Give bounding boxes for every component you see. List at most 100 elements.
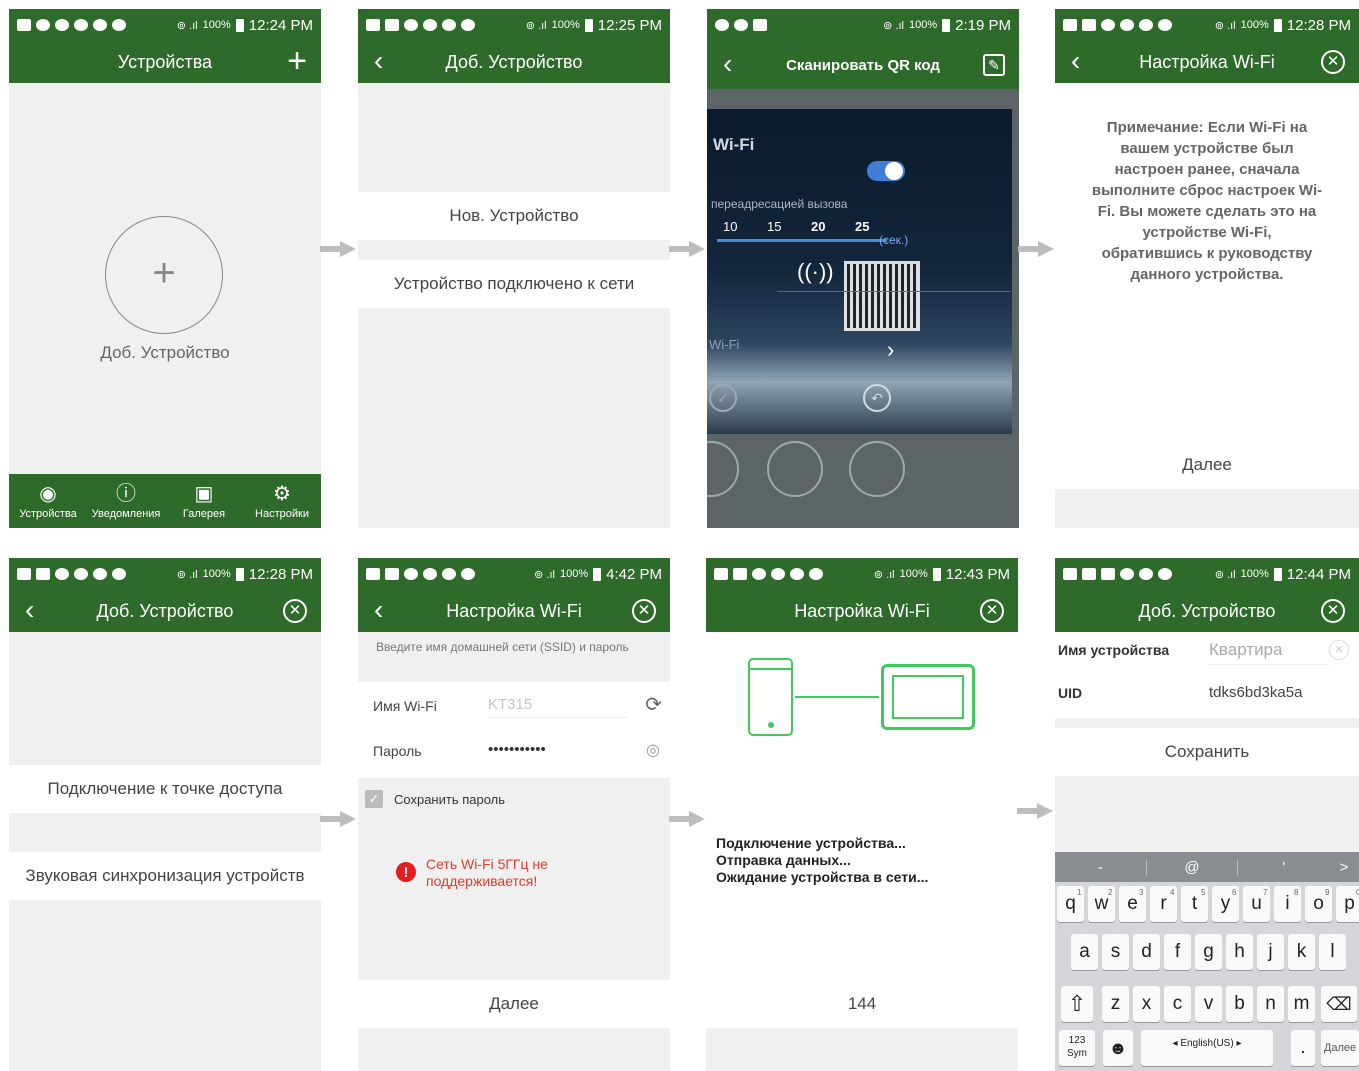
keyboard: - @ ' > q1w2e3r4t5y6u7i8o9p0 asdfghjkl z… [1055, 852, 1359, 1071]
page-title: Настройка Wi-Fi [794, 600, 930, 621]
title-bar: Настройка Wi-Fi ✕ [706, 590, 1018, 632]
key-f[interactable]: f [1164, 934, 1191, 970]
credentials-panel: Имя Wi-Fi KT315 ⟳ Пароль ••••••••••• ◎ [358, 682, 670, 778]
refresh-icon[interactable]: ⟳ [645, 692, 662, 717]
status-bar: ⊚ .ıl 100% 12:28 PM [1055, 9, 1359, 41]
edit-icon[interactable]: ✎ [983, 54, 1005, 76]
image-icon: ▣ [194, 482, 214, 505]
symbols-key[interactable]: 123 Sym [1059, 1030, 1095, 1066]
device-form: Имя устройства Квартира ✕ UID tdks6bd3ka… [1055, 632, 1359, 718]
key-a[interactable]: a [1071, 934, 1098, 970]
screen-devices: ⊚ .ıl 100% 12:24 PM Устройства + + Доб. Ус… [9, 9, 321, 528]
key-g[interactable]: g [1195, 934, 1222, 970]
phone-illustration-icon [748, 658, 793, 736]
page-title: Сканировать QR код [786, 56, 940, 74]
flow-arrow [669, 811, 707, 827]
key-k[interactable]: k [1288, 934, 1315, 970]
eye-icon[interactable]: ◎ [646, 740, 660, 760]
camera-preview: Wi-Fi переадресацией вызова 10 15 20 25 … [707, 89, 1019, 528]
page-title: Доб. Устройство [96, 600, 234, 621]
screen-scan-qr: ⊚ .ıl 100% 2:19 PM ‹ Сканировать QR код ✎ … [707, 9, 1019, 528]
connection-line [795, 696, 879, 698]
nav-notifications[interactable]: ⓘ Уведомления [87, 474, 165, 528]
intercom-button [767, 441, 823, 497]
wifi-name-input[interactable]: KT315 [488, 696, 628, 718]
page-title: Настройка Wi-Fi [1139, 51, 1275, 72]
save-button[interactable]: Сохранить [1055, 728, 1359, 776]
slider-track [717, 239, 887, 242]
warning-icon: ! [396, 862, 416, 882]
key-v[interactable]: v [1195, 986, 1222, 1022]
intercom-button [707, 441, 739, 497]
key-s[interactable]: s [1102, 934, 1129, 970]
note-text: Примечание: Если Wi-Fi на вашем устройст… [1091, 119, 1323, 283]
progress-line-3: Ожидание устройства в сети... [716, 869, 929, 885]
key-z[interactable]: z [1102, 986, 1129, 1022]
nav-gallery[interactable]: ▣ Галерея [165, 474, 243, 528]
key-h[interactable]: h [1226, 934, 1253, 970]
close-icon[interactable]: ✕ [283, 599, 307, 623]
space-key[interactable]: ◂ English(US) ▸ [1141, 1030, 1273, 1066]
period-key[interactable]: . [1291, 1030, 1315, 1066]
backspace-key[interactable]: ⌫ [1321, 986, 1357, 1022]
close-icon[interactable]: ✕ [980, 599, 1004, 623]
camera-icon: ◉ [39, 482, 57, 505]
flow-arrow [320, 241, 358, 257]
key-b[interactable]: b [1226, 986, 1253, 1022]
option-connected-device[interactable]: Устройство подключено к сети [358, 260, 670, 308]
qr-code [844, 261, 920, 331]
device-name-input[interactable]: Квартира [1209, 640, 1329, 665]
key-m[interactable]: m [1288, 986, 1315, 1022]
next-button[interactable]: Далее [1055, 441, 1359, 489]
nav-settings[interactable]: ⚙ Настройки [243, 474, 321, 528]
bottom-nav: ◉ Устройства ⓘ Уведомления ▣ Галерея ⚙ Настр… [9, 474, 321, 528]
screen-device-name: ⊚ .ıl 100% 12:44 PM Доб. Устройство ✕ Имя … [1055, 558, 1359, 1071]
title-bar: ‹ Настройка Wi-Fi ✕ [1055, 41, 1359, 83]
nav-devices[interactable]: ◉ Устройства [9, 474, 87, 528]
shift-key[interactable]: ⇧ [1061, 986, 1093, 1022]
emoji-icon[interactable]: ☻ [1103, 1030, 1133, 1066]
title-bar: ‹ Настройка Wi-Fi ✕ [358, 590, 670, 632]
back-curve-icon: ↶ [863, 384, 891, 412]
flow-arrow [320, 811, 358, 827]
status-bar: ⊚ .ıl 100% 12:43 PM [706, 558, 1018, 590]
flow-arrow [669, 241, 707, 257]
toggle-switch [867, 161, 905, 181]
key-l[interactable]: l [1319, 934, 1346, 970]
key-x[interactable]: x [1133, 986, 1160, 1022]
clear-icon[interactable]: ✕ [1329, 640, 1349, 660]
screen-wifi-note: ⊚ .ıl 100% 12:28 PM ‹ Настройка Wi-Fi ✕ Пр… [1055, 9, 1359, 528]
next-button[interactable]: Далее [358, 980, 670, 1028]
option-sound-sync[interactable]: Звуковая синхронизация устройств [9, 852, 321, 900]
add-device-circle[interactable]: + [105, 216, 223, 334]
page-title: Устройства [117, 51, 213, 72]
alert-icon: ⓘ [116, 482, 136, 505]
password-input[interactable]: ••••••••••• [488, 741, 628, 758]
page-title: Доб. Устройство [1138, 600, 1276, 621]
option-access-point[interactable]: Подключение к точке доступа [9, 765, 321, 813]
key-c[interactable]: c [1164, 986, 1191, 1022]
title-bar: ‹ Сканировать QR код ✎ [707, 41, 1019, 89]
close-icon[interactable]: ✕ [1321, 50, 1345, 74]
key-d[interactable]: d [1133, 934, 1160, 970]
title-bar: Устройства + [9, 41, 321, 83]
title-bar: ‹ Доб. Устройство [358, 41, 670, 83]
keyboard-top-row: - @ ' > [1055, 852, 1359, 882]
countdown-value: 144 [706, 980, 1018, 1028]
add-icon[interactable]: + [287, 43, 307, 79]
page-title: Настройка Wi-Fi [446, 600, 582, 621]
screen-add-device: ⊚ .ıl 100% 12:25 PM ‹ Доб. Устройство Нов.… [358, 9, 670, 528]
key-n[interactable]: n [1257, 986, 1284, 1022]
next-arrow-icon: › [887, 337, 895, 362]
close-icon[interactable]: ✕ [1321, 599, 1345, 623]
ssid-hint: Введите имя домашней сети (SSID) и парол… [376, 640, 629, 654]
option-new-device[interactable]: Нов. Устройство [358, 192, 670, 240]
title-bar: ‹ Доб. Устройство ✕ [9, 590, 321, 632]
screen-wifi-progress: ⊚ .ıl 100% 12:43 PM Настройка Wi-Fi ✕ Подк… [706, 558, 1018, 1071]
close-icon[interactable]: ✕ [632, 599, 656, 623]
next-key[interactable]: Далее [1321, 1030, 1359, 1066]
progress-panel: Подключение устройства... Отправка данны… [706, 632, 1018, 980]
status-bar: ⊚ .ıl 100% 12:44 PM [1055, 558, 1359, 590]
save-password-checkbox[interactable]: ✓ [365, 790, 383, 808]
key-j[interactable]: j [1257, 934, 1284, 970]
